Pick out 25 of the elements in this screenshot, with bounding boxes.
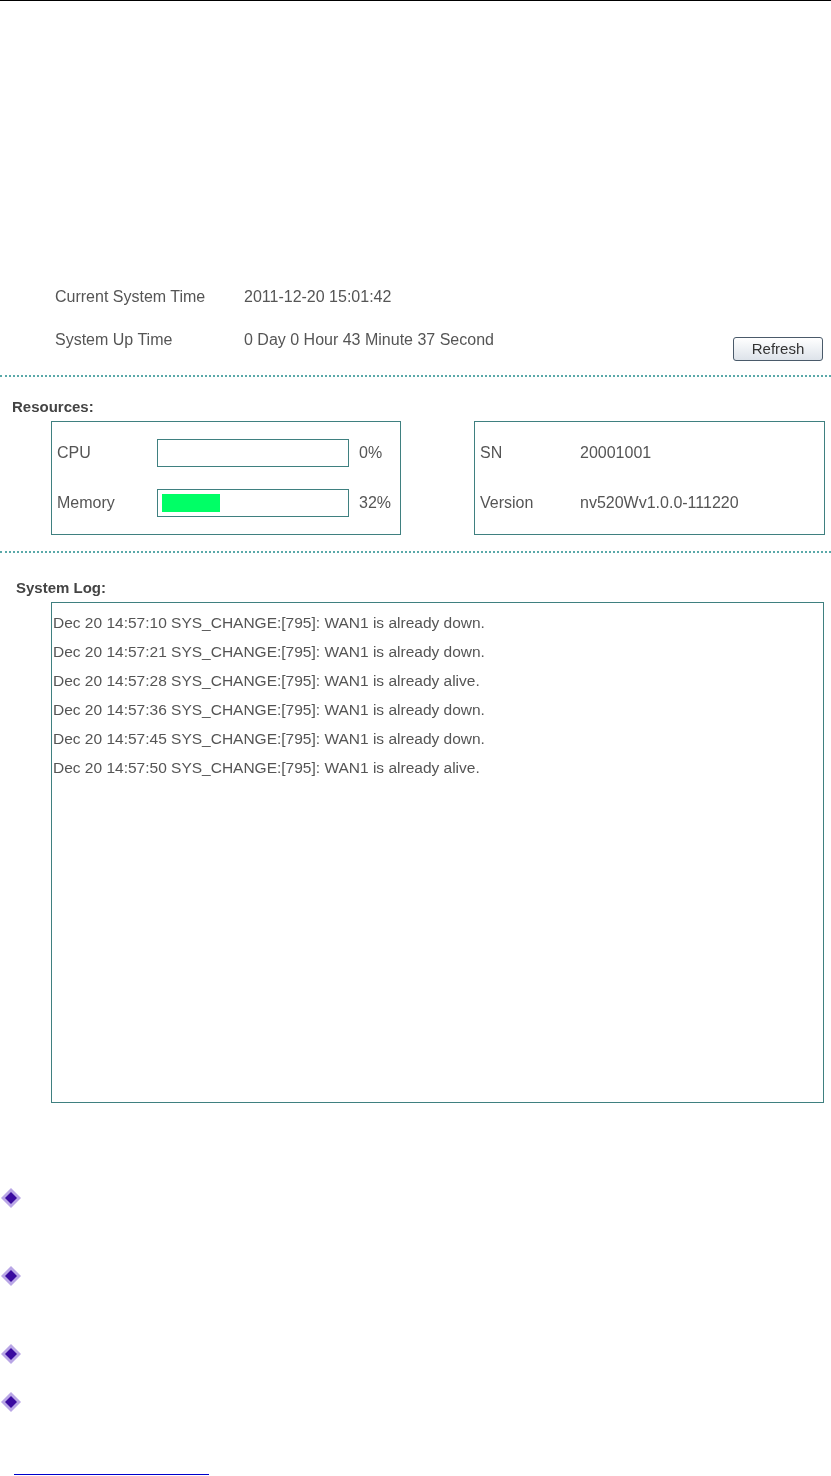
diamond-bullet-icon: [0, 1343, 22, 1365]
device-label: SN: [480, 443, 504, 463]
log-line: Dec 20 14:57:28 SYS_CHANGE:[795]: WAN1 is already alive.: [53, 671, 480, 691]
diamond-bullet-icon: [0, 1265, 22, 1287]
diamond-bullet-icon: [0, 1391, 22, 1413]
info-value: 2011-12-20 15:01:42: [244, 287, 392, 307]
log-line: Dec 20 14:57:50 SYS_CHANGE:[795]: WAN1 is already alive.: [53, 758, 480, 778]
refresh-button[interactable]: Refresh: [733, 337, 823, 361]
meter-label: CPU: [57, 443, 92, 463]
info-label: Current System Time: [55, 287, 207, 307]
device-value: nv520Wv1.0.0-111220: [580, 493, 739, 513]
log-line: Dec 20 14:57:10 SYS_CHANGE:[795]: WAN1 is already down.: [53, 613, 485, 633]
log-line: Dec 20 14:57:21 SYS_CHANGE:[795]: WAN1 is already down.: [53, 642, 485, 662]
diamond-bullet-icon: [0, 1187, 22, 1209]
log-line: Dec 20 14:57:36 SYS_CHANGE:[795]: WAN1 is already down.: [53, 700, 485, 720]
section-title: Resources:: [12, 397, 95, 417]
info-value: 0 Day 0 Hour 43 Minute 37 Second: [244, 330, 494, 350]
info-label: System Up Time: [55, 330, 174, 350]
device-value: 20001001: [580, 443, 652, 463]
meter-reading: 0%: [359, 443, 383, 463]
section-title: System Log:: [16, 578, 107, 598]
meter-label: Memory: [57, 493, 116, 513]
device-label: Version: [480, 493, 535, 513]
meter-reading: 32%: [359, 493, 392, 513]
log-line: Dec 20 14:57:45 SYS_CHANGE:[795]: WAN1 is already down.: [53, 729, 485, 749]
